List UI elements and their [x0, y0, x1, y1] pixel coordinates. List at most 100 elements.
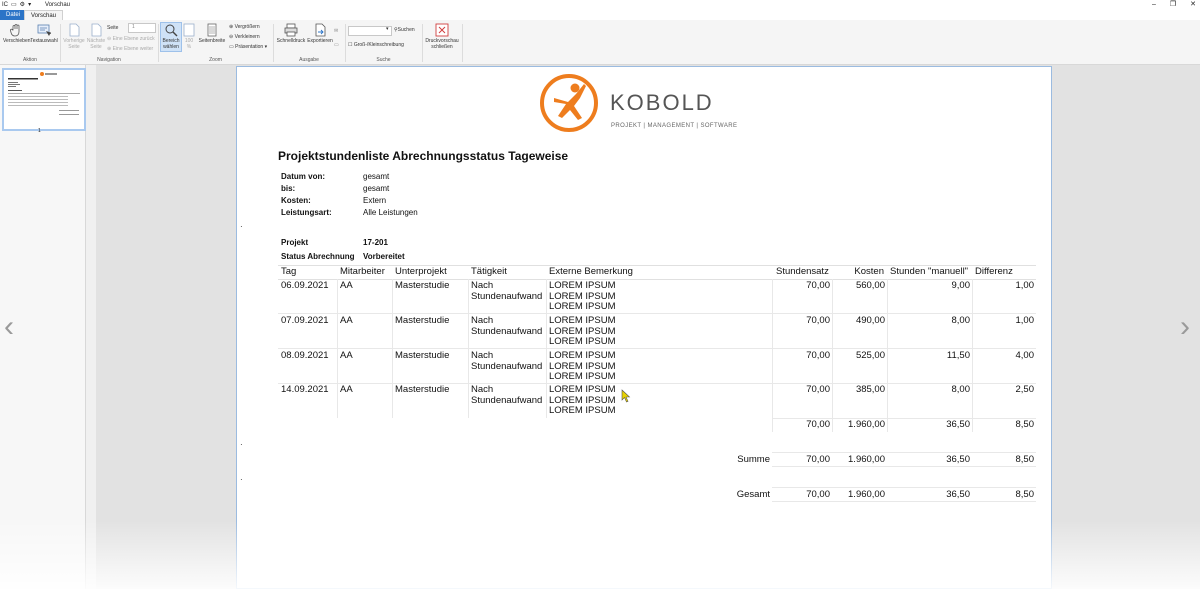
- cell-taetigkeit: Nach: [471, 384, 494, 395]
- col-header-bemerkung: Externe Bemerkung: [549, 266, 633, 277]
- druckvorschau-schliessen-button[interactable]: Druckvorschau schließen: [424, 23, 460, 50]
- status-value: Vorbereitet: [363, 252, 405, 261]
- summe-stundensatz: 70,00: [806, 454, 830, 465]
- cell-kosten: 560,00: [855, 280, 885, 291]
- email-icon[interactable]: ✉: [334, 28, 338, 34]
- group-separator: [422, 24, 423, 62]
- window-title: Vorschau: [45, 2, 71, 8]
- cell-bemerkung: LOREM IPSUM: [549, 280, 616, 291]
- gesamt-differenz: 8,50: [1015, 489, 1035, 500]
- exportieren-button[interactable]: Exportieren: [306, 23, 334, 44]
- save-icon[interactable]: ▭: [11, 0, 17, 10]
- row-divider: [278, 313, 1036, 314]
- chevron-down-icon[interactable]: ▾: [386, 26, 389, 32]
- col-header-tag: Tag: [281, 266, 297, 277]
- thumbnail-preview-icon: [8, 72, 80, 115]
- export-format-icon[interactable]: ▭: [334, 42, 339, 48]
- ribbon: Verschieben Textauswahl Vorherige Seite …: [0, 20, 1200, 65]
- page-marker-dot: ·: [240, 440, 243, 449]
- eine-ebene-weiter-button[interactable]: ⊕ Eine Ebene weiter: [107, 46, 153, 52]
- group-separator: [462, 24, 463, 62]
- cell-bemerkung: LOREM IPSUM: [549, 405, 616, 416]
- cell-taetigkeit: Nach: [471, 280, 494, 291]
- exportieren-label: Exportieren: [307, 38, 333, 44]
- zoom-100-icon: [183, 23, 195, 37]
- group-label-zoom: Zoom: [209, 57, 222, 63]
- subtotal-stundensatz: 70,00: [806, 419, 830, 430]
- meta-label: Leistungsart:: [281, 208, 332, 217]
- page-width-icon: [207, 23, 217, 37]
- cell-kosten: 525,00: [855, 350, 885, 361]
- zoom-100-button[interactable]: 100 %: [182, 23, 196, 50]
- gesamt-label: Gesamt: [736, 489, 770, 500]
- schnelldruck-button[interactable]: Schnelldruck: [276, 23, 306, 44]
- summe-kosten: 1.960,00: [848, 454, 885, 465]
- cell-bemerkung: LOREM IPSUM: [549, 350, 616, 361]
- close-window-button[interactable]: ✕: [1190, 0, 1196, 10]
- meta-label: Kosten:: [281, 196, 311, 205]
- status-label: Status Abrechnung: [281, 252, 355, 261]
- next-page-arrow-icon[interactable]: ›: [1180, 312, 1190, 342]
- title-bar: IC ▭ ⚙ ▾ Vorschau – ❐ ✕: [0, 0, 1200, 10]
- cell-unterprojekt: Masterstudie: [395, 350, 450, 361]
- bereich-waehlen-button[interactable]: Bereich wählen: [160, 22, 182, 52]
- col-header-kosten: Kosten: [854, 266, 884, 277]
- restore-button[interactable]: ❐: [1170, 0, 1176, 10]
- gesamt-kosten: 1.960,00: [848, 489, 885, 500]
- seitenbreite-button[interactable]: Seitenbreite: [198, 23, 226, 44]
- gesamt-stundensatz: 70,00: [806, 489, 830, 500]
- eine-ebene-zurueck-label: Eine Ebene zurück: [112, 36, 155, 42]
- meta-label: bis:: [281, 184, 296, 193]
- gross-klein-label: Groß-/Kleinschreibung: [353, 42, 404, 48]
- praesentation-label: Präsentation: [235, 44, 264, 50]
- naechste-seite-button[interactable]: Nächste Seite: [86, 23, 106, 50]
- gross-klein-checkbox[interactable]: ☐ Groß-/Kleinschreibung: [348, 42, 404, 48]
- verkleinern-button[interactable]: ⊖ Verkleinern: [229, 34, 260, 40]
- eine-ebene-zurueck-button[interactable]: ⊖ Eine Ebene zurück: [107, 36, 155, 42]
- col-header-mitarbeiter: Mitarbeiter: [340, 266, 385, 277]
- cell-stunden-manuell: 8,00: [951, 384, 971, 395]
- textauswahl-button[interactable]: Textauswahl: [30, 23, 58, 44]
- praesentation-button[interactable]: ▭ Präsentation ▾: [229, 44, 267, 50]
- cell-taetigkeit: Nach: [471, 315, 494, 326]
- cell-stundensatz: 70,00: [806, 315, 830, 326]
- vergroessern-button[interactable]: ⊕ Vergrößern: [229, 24, 260, 30]
- group-label-ausgabe: Ausgabe: [299, 57, 319, 63]
- verkleinern-label: Verkleinern: [234, 34, 260, 40]
- suchen-button[interactable]: ⚲Suchen: [394, 27, 415, 33]
- subtotal-kosten: 1.960,00: [848, 419, 885, 430]
- cell-taetigkeit: Stundenaufwand: [471, 325, 543, 337]
- cell-mitarbeiter: AA: [340, 315, 353, 326]
- minimize-button[interactable]: –: [1152, 0, 1156, 10]
- mouse-cursor-icon: [621, 389, 631, 403]
- zoom-out-icon: ⊖: [229, 34, 234, 40]
- seite-input[interactable]: 1: [128, 23, 156, 33]
- bottom-fade-overlay: [0, 520, 1200, 589]
- group-label-navigation: Navigation: [97, 57, 121, 63]
- cell-unterprojekt: Masterstudie: [395, 315, 450, 326]
- tab-vorschau[interactable]: Vorschau: [24, 10, 64, 20]
- seitenbreite-label: Seitenbreite: [198, 38, 226, 44]
- subtotal-stunden-manuell: 36,50: [946, 419, 970, 430]
- verschieben-button[interactable]: Verschieben: [3, 23, 31, 44]
- cell-tag: 07.09.2021: [281, 315, 329, 326]
- meta-value: Extern: [363, 196, 387, 205]
- cell-stunden-manuell: 8,00: [951, 315, 971, 326]
- vorherige-seite-button[interactable]: Vorherige Seite: [62, 23, 86, 50]
- cell-tag: 08.09.2021: [281, 350, 329, 361]
- page-thumbnail[interactable]: [2, 68, 86, 131]
- cell-mitarbeiter: AA: [340, 350, 353, 361]
- settings-icon[interactable]: ⚙: [20, 0, 25, 10]
- dropdown-icon[interactable]: ▾: [28, 0, 31, 10]
- printer-icon: [284, 23, 298, 37]
- cell-tag: 06.09.2021: [281, 280, 329, 291]
- report-title: Projektstundenliste Abrechnungsstatus Ta…: [278, 149, 569, 163]
- subtotal-differenz: 8,50: [1015, 419, 1035, 430]
- logo-tagline: PROJEKT | MANAGEMENT | SOFTWARE: [611, 123, 738, 129]
- cell-kosten: 385,00: [855, 384, 885, 395]
- close-icon: [435, 23, 449, 37]
- cell-mitarbeiter: AA: [340, 384, 353, 395]
- cell-differenz: 4,00: [1015, 350, 1035, 361]
- previous-page-arrow-icon[interactable]: ‹: [4, 312, 14, 342]
- tab-datei[interactable]: Datei: [0, 10, 27, 20]
